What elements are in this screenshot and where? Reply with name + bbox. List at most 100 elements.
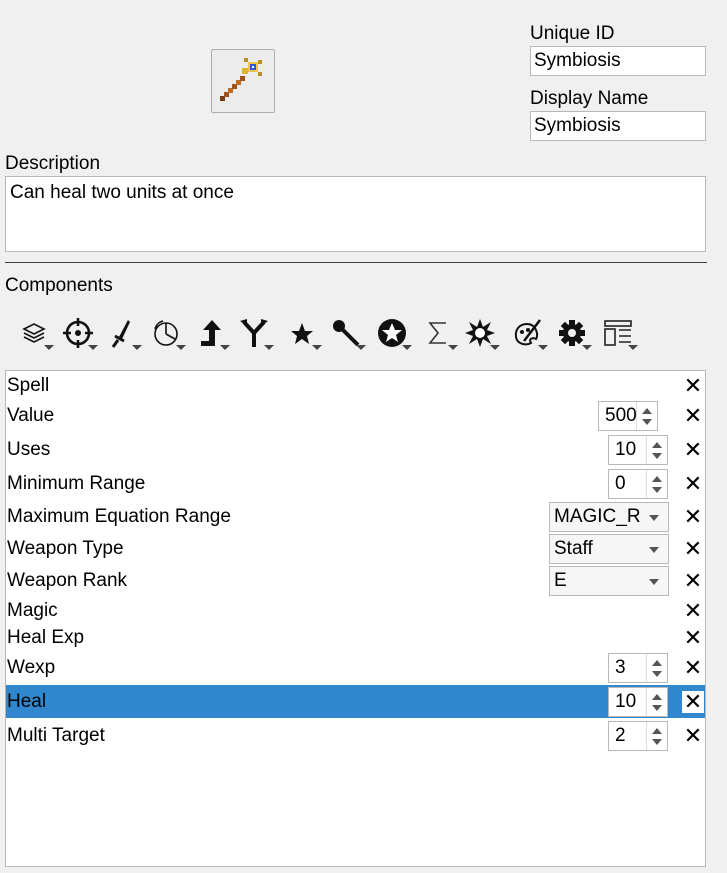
component-name: Heal	[7, 690, 47, 712]
remove-component-icon[interactable]: ✕	[682, 600, 704, 622]
pie-chart-icon[interactable]	[148, 313, 188, 355]
spinbox-value: 10	[615, 439, 637, 460]
display-name-label: Display Name	[530, 88, 649, 109]
value-spinbox[interactable]: 500	[598, 401, 658, 431]
component-name: Wexp	[7, 657, 56, 678]
components-label: Components	[5, 275, 113, 296]
spin-down-icon[interactable]	[642, 419, 652, 425]
palette-icon[interactable]	[510, 313, 550, 355]
component-row[interactable]: Heal Exp ✕	[6, 625, 705, 651]
dropdown-value: Staff	[554, 538, 593, 559]
remove-component-icon[interactable]: ✕	[682, 725, 704, 747]
wrench-icon[interactable]	[328, 313, 368, 355]
component-name: Heal Exp	[7, 627, 85, 648]
value-spinbox[interactable]: 10	[608, 435, 668, 465]
chevron-down-icon	[649, 547, 659, 553]
spin-up-icon[interactable]	[652, 660, 662, 666]
spin-up-icon[interactable]	[652, 476, 662, 482]
remove-component-icon[interactable]: ✕	[682, 506, 704, 528]
item-icon-button[interactable]	[211, 49, 275, 113]
component-row[interactable]: Value 500 ✕	[6, 400, 705, 432]
component-name: Uses	[7, 439, 51, 460]
unique-id-label: Unique ID	[530, 23, 615, 44]
spinbox-arrows[interactable]	[646, 470, 667, 498]
star-icon[interactable]	[284, 313, 324, 355]
burst-icon[interactable]	[462, 313, 502, 355]
remove-component-icon[interactable]: ✕	[682, 439, 704, 461]
spin-down-icon[interactable]	[652, 739, 662, 745]
spinbox-arrows[interactable]	[646, 687, 667, 716]
chevron-down-icon	[649, 515, 659, 521]
spin-down-icon[interactable]	[652, 704, 662, 711]
crosshair-icon[interactable]	[60, 313, 100, 355]
value-spinbox[interactable]: 3	[608, 653, 668, 683]
component-name: Maximum Equation Range	[7, 506, 231, 527]
layers-icon[interactable]	[16, 313, 56, 355]
sword-icon[interactable]	[104, 313, 144, 355]
chevron-down-icon	[649, 579, 659, 585]
magic-staff-icon	[220, 58, 262, 101]
spin-up-icon[interactable]	[652, 693, 662, 700]
remove-component-icon[interactable]: ✕	[682, 657, 704, 679]
component-row[interactable]: Spell ✕	[6, 373, 705, 399]
component-row[interactable]: Uses 10 ✕	[6, 434, 705, 466]
spinbox-value: 10	[615, 690, 637, 712]
dropdown-value: MAGIC_RANGE	[554, 506, 640, 527]
layout-icon[interactable]	[600, 313, 640, 355]
spinbox-value: 3	[615, 657, 626, 678]
component-row[interactable]: Multi Target 2 ✕	[6, 720, 705, 752]
spinbox-value: 2	[615, 725, 626, 746]
component-row[interactable]: Maximum Equation Range MAGIC_RANGE ✕	[6, 501, 705, 533]
value-dropdown[interactable]: Staff	[549, 534, 669, 564]
spinbox-value: 500	[605, 405, 637, 426]
description-field[interactable]: Can heal two units at once	[5, 176, 706, 252]
value-dropdown[interactable]: MAGIC_RANGE	[549, 502, 669, 532]
spin-up-icon[interactable]	[642, 408, 652, 414]
remove-component-icon[interactable]: ✕	[682, 570, 704, 592]
gear-icon[interactable]	[554, 313, 594, 355]
sigma-icon[interactable]	[420, 313, 460, 355]
component-row[interactable]: Minimum Range 0 ✕	[6, 468, 705, 500]
components-list[interactable]: Spell ✕ Value 500 ✕ Uses 10 ✕ Minimum Range 0 ✕ Max…	[5, 370, 706, 867]
spin-up-icon[interactable]	[652, 728, 662, 734]
spin-down-icon[interactable]	[652, 453, 662, 459]
value-spinbox[interactable]: 0	[608, 469, 668, 499]
display-name-field[interactable]: Symbiosis	[530, 111, 706, 141]
component-row[interactable]: Magic ✕	[6, 598, 705, 624]
component-row[interactable]: Heal 10 ✕	[6, 685, 705, 718]
value-dropdown[interactable]: E	[549, 566, 669, 596]
circle-star-icon[interactable]	[374, 313, 414, 355]
spinbox-value: 0	[615, 473, 626, 494]
component-name: Minimum Range	[7, 473, 146, 494]
unique-id-field[interactable]: Symbiosis	[530, 46, 706, 76]
component-name: Magic	[7, 600, 58, 621]
spinbox-arrows[interactable]	[636, 402, 657, 430]
component-name: Spell	[7, 375, 50, 396]
section-divider	[5, 262, 707, 263]
spin-up-icon[interactable]	[652, 442, 662, 448]
remove-component-icon[interactable]: ✕	[682, 538, 704, 560]
component-name: Weapon Type	[7, 538, 124, 559]
spinbox-arrows[interactable]	[646, 722, 667, 750]
remove-component-icon[interactable]: ✕	[681, 689, 705, 714]
component-row[interactable]: Weapon Type Staff ✕	[6, 534, 705, 564]
component-name: Value	[7, 405, 55, 426]
remove-component-icon[interactable]: ✕	[682, 473, 704, 495]
component-name: Multi Target	[7, 725, 105, 746]
remove-component-icon[interactable]: ✕	[682, 375, 704, 397]
arrow-up-icon[interactable]	[192, 313, 232, 355]
spinbox-arrows[interactable]	[646, 654, 667, 682]
spin-down-icon[interactable]	[652, 671, 662, 677]
component-row[interactable]: Wexp 3 ✕	[6, 652, 705, 684]
component-name: Weapon Rank	[7, 570, 128, 591]
remove-component-icon[interactable]: ✕	[682, 405, 704, 427]
value-spinbox[interactable]: 2	[608, 721, 668, 751]
dropdown-value: E	[554, 570, 567, 591]
component-row[interactable]: Weapon Rank E ✕	[6, 566, 705, 596]
fork-icon[interactable]	[236, 313, 276, 355]
remove-component-icon[interactable]: ✕	[682, 627, 704, 649]
spin-down-icon[interactable]	[652, 487, 662, 493]
description-label: Description	[5, 153, 101, 174]
spinbox-arrows[interactable]	[646, 436, 667, 464]
value-spinbox[interactable]: 10	[608, 686, 668, 717]
